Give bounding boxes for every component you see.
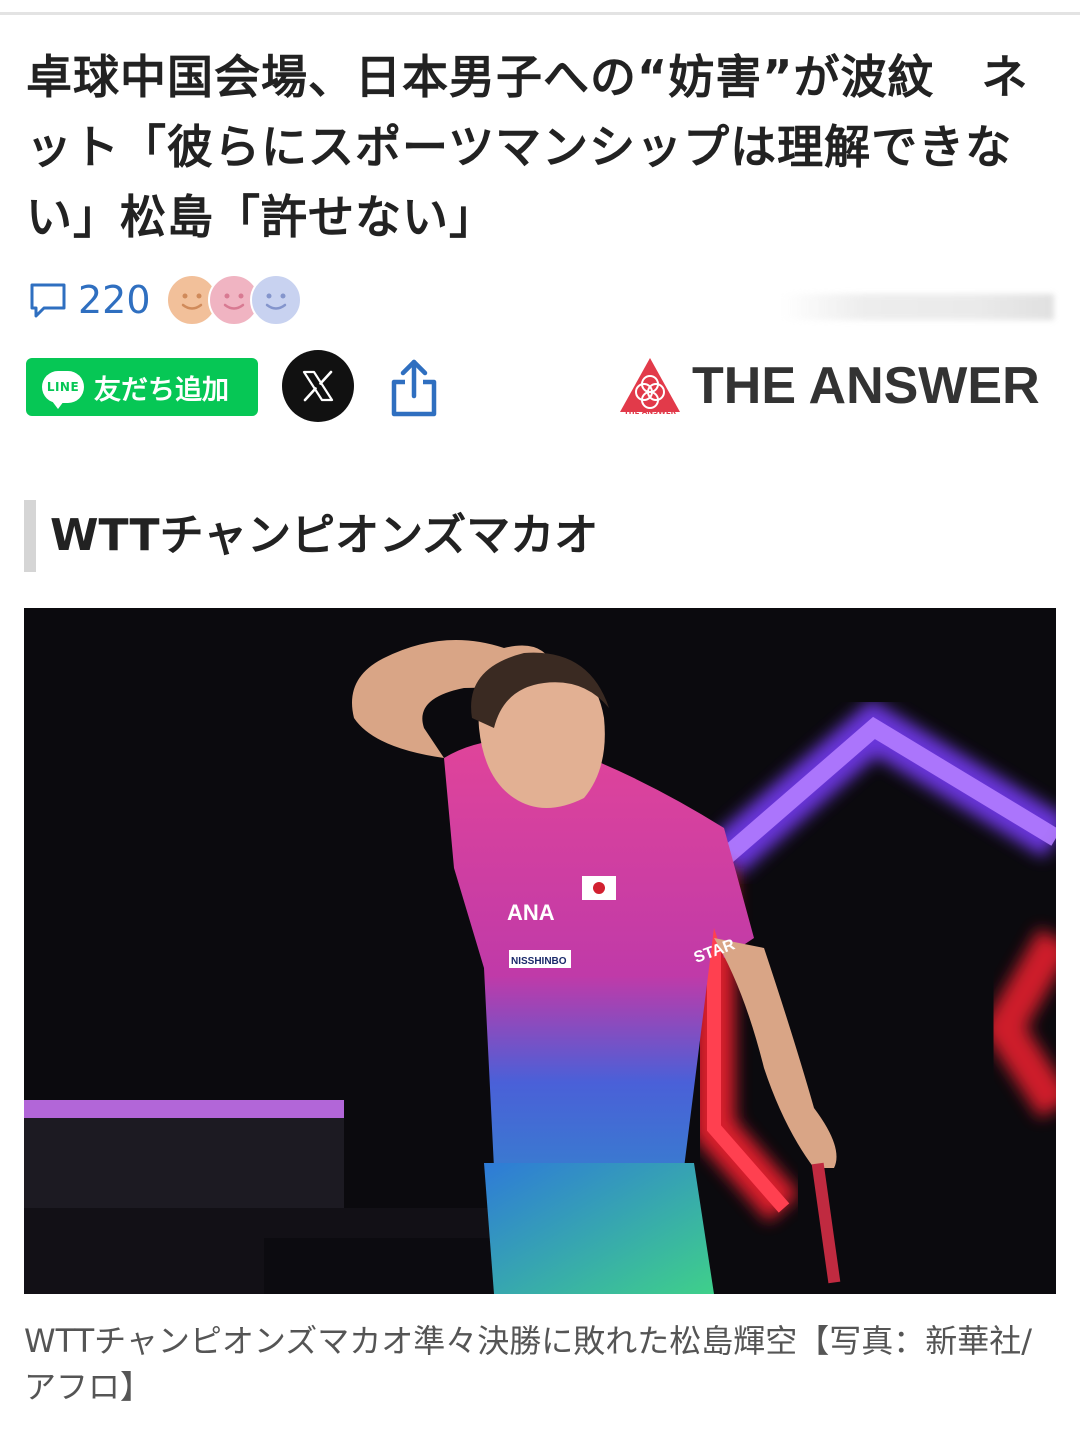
photo-caption: WTTチャンピオンズマカオ準々決勝に敗れた松島輝空【写真：新華社/アフロ】 [24,1322,1032,1406]
share-icon[interactable] [388,356,440,420]
share-row: LINE 友だち追加 THE ANSWER THE ANSWER [26,350,1056,430]
shirt-sponsor2-text: NISSHINBO [511,956,567,967]
section-accent-bar [24,500,36,572]
brand-name: THE ANSWER [692,357,1040,415]
x-logo-icon [302,370,334,402]
smile-face-icon [250,274,302,326]
reaction-faces[interactable] [166,274,306,326]
section-heading: WTTチャンピオンズマカオ [24,500,1056,572]
article-meta-row: 220 [26,268,1056,332]
photo-illustration: ANA NISSHINBO STAR [24,608,1056,1294]
brand-logo: THE ANSWER THE ANSWER [618,350,1058,430]
comment-icon[interactable] [28,280,68,320]
shirt-sponsor-text: ANA [507,900,555,925]
line-badge-text: LINE [46,380,80,394]
article-headline: 卓球中国会場、日本男子への“妨害”が波紋 ネット「彼らにスポーツマンシップは理解… [26,50,1029,244]
x-share-button[interactable] [282,350,354,422]
top-divider [0,12,1080,15]
line-add-friend-label: 友だち追加 [94,374,229,406]
line-logo-icon: LINE [42,371,84,409]
article-photo[interactable]: ANA NISSHINBO STAR [24,608,1056,1294]
section-title: WTTチャンピオンズマカオ [50,510,599,561]
blurred-byline [781,294,1054,320]
brand-mark-caption: THE ANSWER [623,408,677,416]
line-add-friend-button[interactable]: LINE 友だち追加 [26,358,258,416]
comment-count[interactable]: 220 [78,274,151,326]
